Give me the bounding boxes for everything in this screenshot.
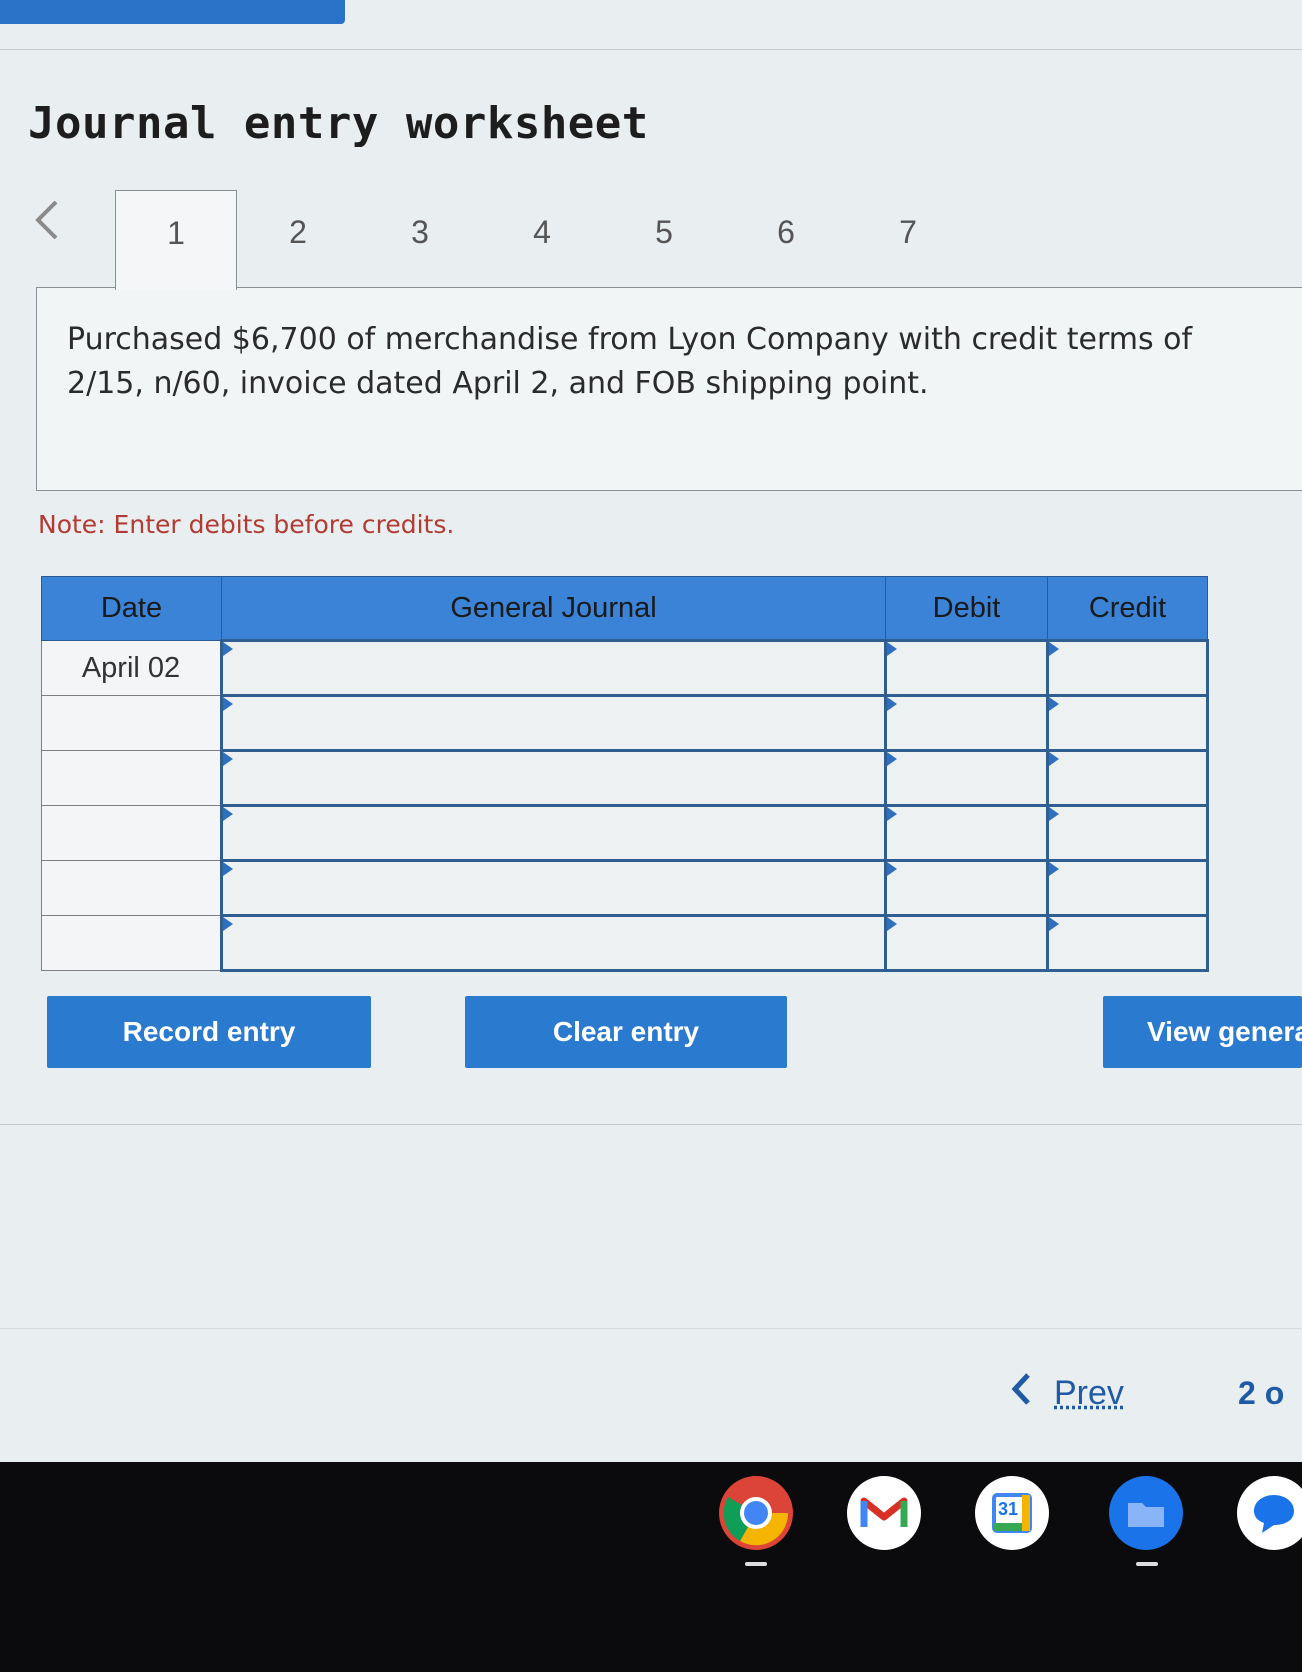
tab-6[interactable]: 6 bbox=[725, 190, 847, 288]
question-prompt-box: Purchased $6,700 of merchandise from Lyo… bbox=[36, 287, 1302, 491]
question-prompt-text: Purchased $6,700 of merchandise from Lyo… bbox=[67, 318, 1267, 406]
account-input[interactable] bbox=[222, 751, 886, 806]
chrome-icon[interactable] bbox=[718, 1475, 794, 1551]
tab-2[interactable]: 2 bbox=[237, 190, 359, 288]
account-input[interactable] bbox=[222, 696, 886, 751]
date-cell: April 02 bbox=[42, 641, 222, 696]
credit-input[interactable] bbox=[1048, 861, 1208, 916]
divider bbox=[0, 1124, 1302, 1125]
credit-input[interactable] bbox=[1048, 696, 1208, 751]
tab-3[interactable]: 3 bbox=[359, 190, 481, 288]
tab-5[interactable]: 5 bbox=[603, 190, 725, 288]
tab-1[interactable]: 1 bbox=[115, 190, 237, 290]
account-input[interactable] bbox=[222, 916, 886, 971]
messages-icon[interactable] bbox=[1236, 1475, 1302, 1551]
os-shelf bbox=[0, 1462, 1302, 1672]
gmail-icon[interactable] bbox=[846, 1475, 922, 1551]
calendar-day-label: 31 bbox=[998, 1499, 1018, 1520]
tab-4[interactable]: 4 bbox=[481, 190, 603, 288]
credit-input[interactable] bbox=[1048, 641, 1208, 696]
credit-input[interactable] bbox=[1048, 806, 1208, 861]
credit-input[interactable] bbox=[1048, 916, 1208, 971]
table-row bbox=[42, 861, 1208, 916]
files-icon[interactable] bbox=[1108, 1475, 1184, 1551]
column-header-date: Date bbox=[42, 577, 222, 641]
active-indicator bbox=[1136, 1562, 1158, 1566]
calendar-icon[interactable]: 31 bbox=[974, 1475, 1050, 1551]
top-banner-bar bbox=[0, 0, 345, 24]
debit-input[interactable] bbox=[886, 641, 1048, 696]
view-general-journal-button[interactable]: View genera bbox=[1103, 996, 1302, 1068]
debit-input[interactable] bbox=[886, 861, 1048, 916]
journal-table: Date General Journal Debit Credit April … bbox=[41, 576, 1209, 972]
account-input[interactable] bbox=[222, 641, 886, 696]
journal-header-row: Date General Journal Debit Credit bbox=[42, 577, 1208, 641]
date-cell bbox=[42, 861, 222, 916]
account-input[interactable] bbox=[222, 806, 886, 861]
page-indicator: 2 o bbox=[1238, 1375, 1284, 1412]
debit-input[interactable] bbox=[886, 696, 1048, 751]
credit-input[interactable] bbox=[1048, 751, 1208, 806]
clear-entry-button[interactable]: Clear entry bbox=[465, 996, 787, 1068]
table-row bbox=[42, 751, 1208, 806]
page-title: Journal entry worksheet bbox=[28, 98, 649, 149]
prev-page-link[interactable]: Prev bbox=[1010, 1372, 1124, 1415]
date-cell bbox=[42, 806, 222, 861]
debit-input[interactable] bbox=[886, 751, 1048, 806]
column-header-general-journal: General Journal bbox=[222, 577, 886, 641]
table-row bbox=[42, 696, 1208, 751]
column-header-credit: Credit bbox=[1048, 577, 1208, 641]
date-cell bbox=[42, 916, 222, 971]
account-input[interactable] bbox=[222, 861, 886, 916]
active-indicator bbox=[745, 1562, 767, 1566]
table-row bbox=[42, 806, 1208, 861]
table-row bbox=[42, 916, 1208, 971]
debit-input[interactable] bbox=[886, 916, 1048, 971]
tab-7[interactable]: 7 bbox=[847, 190, 969, 288]
date-cell bbox=[42, 751, 222, 806]
chevron-left-icon bbox=[1010, 1372, 1032, 1415]
divider bbox=[0, 1328, 1302, 1329]
divider bbox=[0, 49, 1302, 50]
column-header-debit: Debit bbox=[886, 577, 1048, 641]
prev-label: Prev bbox=[1054, 1374, 1124, 1413]
instruction-note: Note: Enter debits before credits. bbox=[38, 510, 454, 539]
debit-input[interactable] bbox=[886, 806, 1048, 861]
record-entry-button[interactable]: Record entry bbox=[47, 996, 371, 1068]
table-row: April 02 bbox=[42, 641, 1208, 696]
date-cell bbox=[42, 696, 222, 751]
tab-prev-chevron-icon[interactable] bbox=[30, 198, 70, 248]
